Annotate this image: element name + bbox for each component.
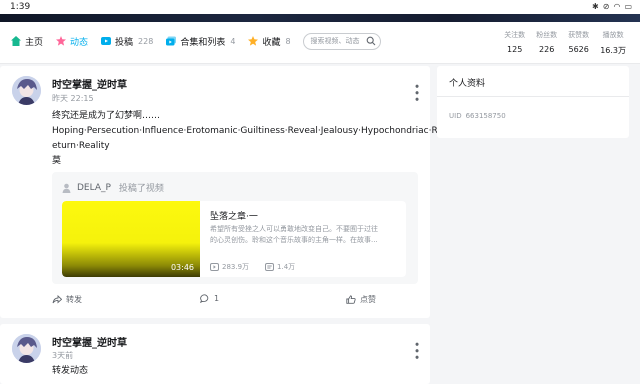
comment-icon — [200, 294, 209, 303]
tab-collections[interactable]: 合集和列表 4 — [165, 32, 235, 50]
uploader-avatar-icon — [62, 183, 71, 193]
tab-count: 8 — [285, 36, 291, 46]
video-description: 希望所有受挫之人可以勇敢地改变自己。不要囿于过往 的心灵创伤。聆和这个音乐故事的… — [210, 224, 398, 246]
collection-icon — [166, 36, 177, 46]
stat-following[interactable]: 关注数 125 — [504, 30, 525, 56]
avatar-image — [12, 76, 41, 105]
avatar[interactable] — [12, 76, 41, 105]
status-time: 1:39 — [10, 2, 31, 12]
like-button[interactable]: 点赞 — [346, 294, 376, 305]
avatar[interactable] — [12, 334, 41, 363]
stat-value: 16.3万 — [600, 46, 626, 55]
dynamic-icon — [56, 36, 67, 46]
favorite-icon — [248, 36, 259, 46]
repost-action: 投稿了视频 — [118, 184, 164, 194]
status-bar: 1:39 ✱ ⊘ ◠ ▭ — [0, 0, 640, 14]
danmaku-icon — [265, 263, 275, 271]
do-not-disturb-icon: ⊘ — [602, 2, 610, 11]
stat-plays: 播放数 16.3万 — [600, 30, 626, 56]
stat-value: 5626 — [568, 45, 589, 54]
video-duration: 03:46 — [170, 263, 194, 272]
play-icon — [210, 263, 219, 271]
stat-value: 125 — [507, 45, 523, 54]
tab-home[interactable]: 主页 — [10, 32, 43, 50]
stat-label: 关注数 — [504, 31, 526, 39]
system-icons: ✱ ⊘ ◠ ▭ — [592, 2, 632, 11]
profile-banner — [0, 14, 640, 22]
search-input[interactable]: 搜索视频、动态 — [302, 32, 381, 50]
post-actions: 转发 1 点赞 — [0, 294, 430, 310]
avatar-image — [12, 334, 41, 363]
video-thumbnail[interactable]: 03:46 — [62, 201, 200, 277]
search-placeholder: 搜索视频、动态 — [310, 37, 360, 45]
post-content-line: 终究还是成为了幻梦啊…… — [52, 111, 161, 121]
tab-count: 228 — [138, 36, 154, 46]
uid-row: UID 663158750 — [449, 112, 506, 120]
profile-card: 个人资料 UID 663158750 — [437, 66, 629, 138]
post-content-line: Hoping·Persecution·Influence·Erotomanic·… — [52, 126, 438, 136]
danmaku-count: 1.4万 — [265, 262, 295, 272]
more-options-icon[interactable]: ••• — [410, 341, 423, 360]
tab-count: 4 — [230, 36, 236, 46]
post-username[interactable]: 时空掌握_逆时草 — [52, 76, 127, 91]
tab-uploads[interactable]: 投稿 228 — [100, 32, 153, 50]
video-title[interactable]: 坠落之章·一 — [210, 209, 258, 222]
video-card[interactable]: 03:46 坠落之章·一 希望所有受挫之人可以勇敢地改变自己。不要囿于过往 的心… — [62, 201, 406, 277]
post-time: 3天前 — [52, 351, 74, 360]
repost-header: DELA_P 投稿了视频 — [62, 181, 164, 194]
search-icon[interactable] — [366, 36, 376, 46]
post-content: 终究还是成为了幻梦啊…… Hoping·Persecution·Influenc… — [52, 109, 438, 169]
stat-label: 播放数 — [602, 31, 624, 39]
more-options-icon[interactable]: ••• — [410, 83, 423, 102]
repost-button[interactable]: 转发 — [52, 294, 82, 305]
danmaku-count-value: 1.4万 — [277, 263, 296, 271]
repost-label: 转发 — [66, 295, 82, 304]
user-stats: 关注数 125 粉丝数 226 获赞数 5626 播放数 16.3万 — [504, 30, 626, 56]
uid-label: UID — [449, 112, 462, 120]
comment-count: 1 — [214, 294, 220, 303]
post-username[interactable]: 时空掌握_逆时草 — [52, 334, 127, 349]
video-description-line: 希望所有受挫之人可以勇敢地改变自己。不要囿于过往 — [210, 225, 378, 233]
thumbs-up-icon — [346, 295, 356, 304]
post-content-line: eturn·Reality — [52, 141, 110, 151]
stat-label: 获赞数 — [568, 31, 590, 39]
stat-label: 粉丝数 — [536, 31, 558, 39]
share-icon — [52, 295, 62, 304]
stat-value: 226 — [539, 45, 555, 54]
dynamic-post: 时空掌握_逆时草 昨天 22:15 ••• 终究还是成为了幻梦啊…… Hopin… — [0, 66, 438, 318]
nav-tabs: 主页 动态 投稿 228 合集和列表 4 收藏 8 搜索视频、动态 — [10, 32, 381, 50]
wifi-icon: ◠ — [613, 2, 621, 11]
upload-icon — [101, 37, 112, 45]
video-meta: 283.9万 1.4万 — [210, 262, 295, 272]
tab-favorites[interactable]: 收藏 8 — [247, 32, 291, 50]
tab-label: 主页 — [25, 37, 44, 48]
bluetooth-icon: ✱ — [592, 2, 599, 11]
tab-label: 合集和列表 — [180, 37, 226, 48]
comment-button[interactable]: 1 — [200, 294, 219, 303]
like-label: 点赞 — [360, 295, 376, 304]
post-content: 转发动态 — [52, 366, 89, 376]
stat-likes: 获赞数 5626 — [568, 30, 589, 56]
home-icon — [11, 36, 21, 46]
stat-followers[interactable]: 粉丝数 226 — [536, 30, 557, 56]
post-time: 昨天 22:15 — [52, 94, 94, 103]
tab-label: 投稿 — [115, 37, 134, 48]
play-count: 283.9万 — [210, 262, 249, 272]
tab-label: 收藏 — [262, 37, 281, 48]
uid-value: 663158750 — [465, 112, 506, 120]
profile-title: 个人资料 — [449, 79, 486, 89]
video-description-line: 的心灵创伤。聆和这个音乐故事的主角一样。在故事... — [210, 236, 378, 244]
divider — [437, 96, 629, 97]
space-nav-bar: 主页 动态 投稿 228 合集和列表 4 收藏 8 搜索视频、动态 关注数 12… — [0, 22, 640, 64]
battery-icon: ▭ — [624, 2, 632, 11]
tab-dynamic[interactable]: 动态 — [55, 32, 88, 50]
post-content-line: 莫 — [52, 156, 62, 166]
repost-card[interactable]: DELA_P 投稿了视频 03:46 坠落之章·一 希望所有受挫之人可以勇敢地改… — [52, 172, 418, 284]
play-count-value: 283.9万 — [222, 263, 250, 271]
tab-label: 动态 — [70, 37, 89, 48]
dynamic-post: 时空掌握_逆时草 3天前 ••• 转发动态 — [0, 324, 430, 384]
repost-uploader[interactable]: DELA_P — [77, 183, 111, 193]
